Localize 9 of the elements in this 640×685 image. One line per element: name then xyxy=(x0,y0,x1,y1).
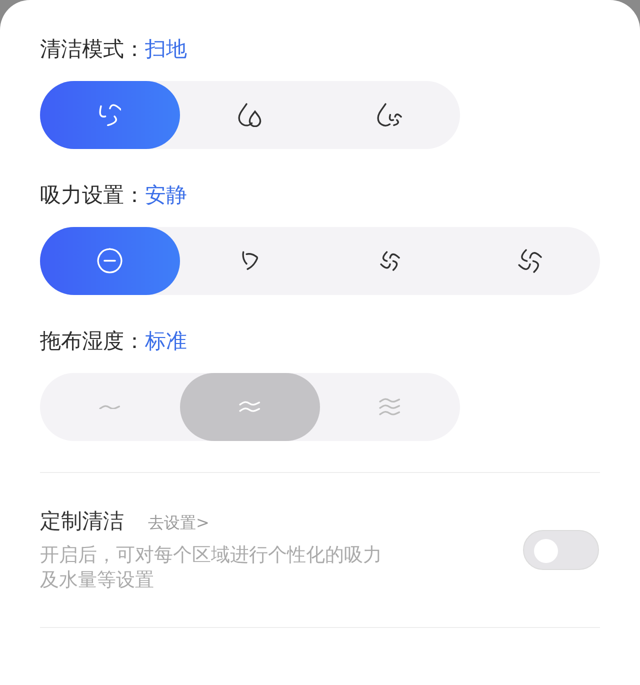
setting-value: 标准 xyxy=(145,328,187,355)
setting-label: 吸力设置： xyxy=(40,182,145,209)
setting-label: 拖布湿度： xyxy=(40,328,145,355)
setting-description: 开启后，可对每个区域进行个性化的吸力及水量等设置 xyxy=(40,543,383,593)
settings-link[interactable]: 去设置> xyxy=(148,513,210,534)
setting-value: 安静 xyxy=(145,182,187,209)
setting-value: 扫地 xyxy=(145,36,187,63)
setting-label: 清洁模式： xyxy=(40,36,145,63)
setting-title: 定制清洁 xyxy=(40,508,124,535)
